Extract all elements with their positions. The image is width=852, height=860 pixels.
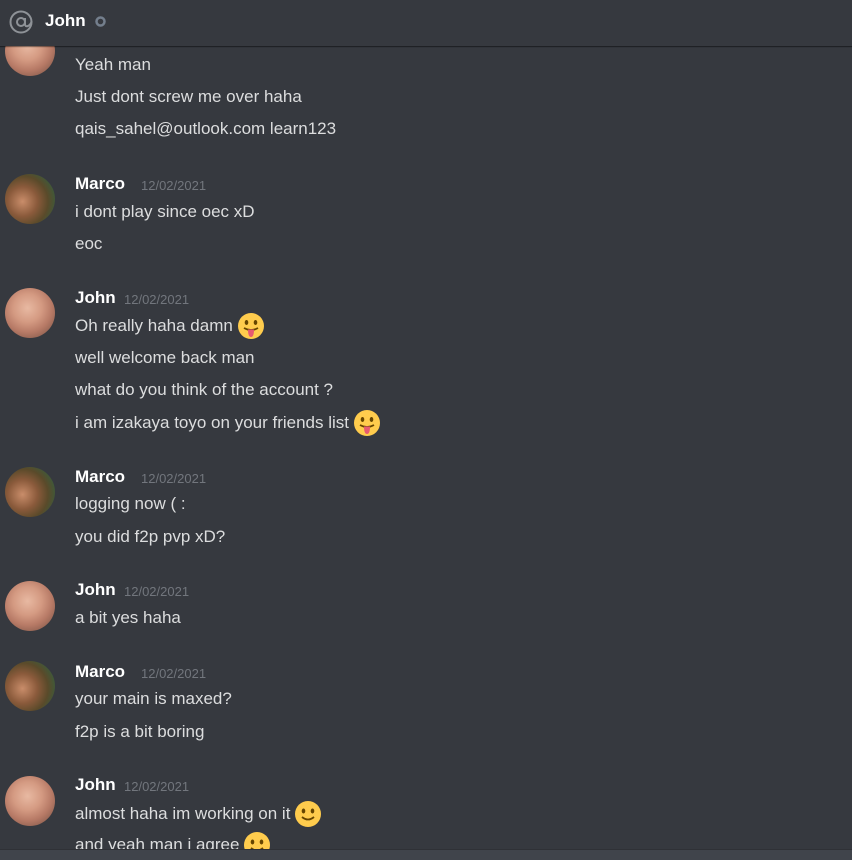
message-text: well welcome back man bbox=[75, 348, 255, 367]
message-text: f2p is a bit boring bbox=[75, 722, 205, 741]
smile-emoji-icon[interactable] bbox=[243, 831, 271, 849]
message-text: and yeah man i agree bbox=[75, 831, 271, 849]
message-text: eoc bbox=[75, 234, 103, 253]
message-author[interactable]: Marco bbox=[75, 467, 125, 487]
message-timestamp: 12/02/2021 bbox=[124, 779, 190, 794]
message-text-content: i am izakaya toyo on your friends list bbox=[75, 413, 350, 432]
tongue-emoji-icon[interactable] bbox=[237, 312, 265, 340]
message-text: i dont play since oec xD bbox=[75, 202, 255, 221]
message-text: i am izakaya toyo on your friends list bbox=[75, 409, 381, 437]
channel-title: John bbox=[45, 11, 86, 30]
message-text: your main is maxed? bbox=[75, 689, 232, 708]
message-text: Oh really haha damn bbox=[75, 312, 265, 340]
message-author[interactable]: John bbox=[75, 288, 116, 308]
message-text: logging now ( : bbox=[75, 494, 186, 513]
message-text: what do you think of the account ? bbox=[75, 380, 334, 399]
message-text: qais_sahel@outlook.com learn123 bbox=[75, 119, 337, 138]
message-text: you did f2p pvp xD? bbox=[75, 527, 226, 546]
message-timestamp: 12/02/2021 bbox=[141, 471, 207, 486]
message-timestamp: 12/02/2021 bbox=[141, 666, 207, 681]
at-icon bbox=[9, 10, 33, 34]
avatar[interactable] bbox=[5, 467, 55, 517]
message-timestamp: 12/02/2021 bbox=[141, 178, 207, 193]
tongue-emoji-icon[interactable] bbox=[353, 409, 381, 437]
smile-emoji-icon[interactable] bbox=[294, 800, 322, 828]
message-text-content: Oh really haha damn bbox=[75, 316, 233, 335]
message-text: almost haha im working on it bbox=[75, 800, 322, 828]
message-author[interactable]: John bbox=[75, 580, 116, 600]
avatar[interactable] bbox=[5, 288, 55, 338]
avatar[interactable] bbox=[5, 661, 55, 711]
message-text: Just dont screw me over haha bbox=[75, 87, 302, 106]
message-text-content: almost haha im working on it bbox=[75, 804, 291, 823]
message-list[interactable]: Yeah man Just dont screw me over haha qa… bbox=[0, 46, 852, 849]
message-author[interactable]: Marco bbox=[75, 662, 125, 682]
message-text-content: and yeah man i agree bbox=[75, 835, 240, 849]
message-timestamp: 12/02/2021 bbox=[124, 292, 190, 307]
message-input-edge[interactable] bbox=[0, 849, 852, 860]
message-author[interactable]: John bbox=[75, 775, 116, 795]
channel-header: John bbox=[0, 0, 852, 46]
status-dot-icon bbox=[95, 16, 106, 27]
message-text: Yeah man bbox=[75, 55, 151, 74]
avatar[interactable] bbox=[5, 46, 55, 76]
avatar[interactable] bbox=[5, 776, 55, 826]
avatar[interactable] bbox=[5, 174, 55, 224]
message-text: a bit yes haha bbox=[75, 608, 181, 627]
avatar[interactable] bbox=[5, 581, 55, 631]
message-author[interactable]: Marco bbox=[75, 174, 125, 194]
message-timestamp: 12/02/2021 bbox=[124, 584, 190, 599]
